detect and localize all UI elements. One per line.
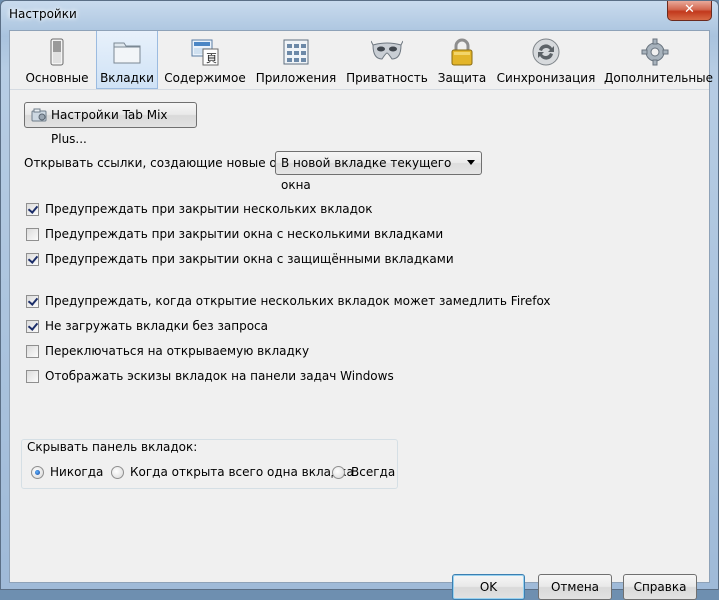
close-button[interactable]: ✕ bbox=[667, 1, 712, 21]
pane-label: Приложения bbox=[255, 71, 337, 85]
checkbox-label: Предупреждать при закрытии окна с защищё… bbox=[45, 252, 454, 266]
pane-tab-content[interactable]: 頁 Содержимое bbox=[160, 31, 250, 89]
open-links-value: В новой вкладке текущего окна bbox=[281, 156, 452, 192]
checkbox-label: Предупреждать при закрытии нескольких вк… bbox=[45, 202, 373, 216]
tabmix-settings-button[interactable]: Настройки Tab Mix Plus... bbox=[24, 102, 197, 146]
settings-window: Настройки ✕ Основные Вкладки 頁 Содержимо… bbox=[0, 0, 719, 600]
pane-tab-advanced[interactable]: Дополнительные bbox=[604, 31, 714, 89]
pane-tab-security[interactable]: Защита bbox=[436, 31, 488, 89]
pane-label: Приватность bbox=[346, 71, 428, 85]
pane-label: Содержимое bbox=[164, 71, 246, 85]
open-links-label: Открывать ссылки, создающие новые окна: bbox=[24, 156, 304, 170]
radio-label: Всегда bbox=[351, 465, 396, 479]
open-links-select[interactable]: В новой вкладке текущего окна bbox=[275, 151, 482, 192]
radio-button[interactable] bbox=[31, 466, 44, 479]
general-switch-icon bbox=[50, 38, 64, 66]
title-bar[interactable]: Настройки ✕ bbox=[1, 1, 718, 29]
checkbox[interactable] bbox=[26, 320, 39, 333]
tabs-folder-icon bbox=[113, 42, 141, 64]
checkbox[interactable] bbox=[26, 203, 39, 216]
pane-label: Защита bbox=[437, 71, 487, 85]
pane-tab-sync[interactable]: Синхронизация bbox=[494, 31, 598, 89]
pane-label: Вкладки bbox=[100, 71, 154, 85]
radio-label: Никогда bbox=[50, 465, 104, 479]
window-title: Настройки bbox=[9, 7, 77, 21]
svg-text:頁: 頁 bbox=[206, 52, 217, 65]
tabs-pane: Настройки Tab Mix Plus... Открывать ссыл… bbox=[10, 91, 709, 600]
radio-button[interactable] bbox=[332, 466, 345, 479]
pane-label: Основные bbox=[25, 71, 89, 85]
checkbox[interactable] bbox=[26, 370, 39, 383]
pane-label: Синхронизация bbox=[496, 71, 596, 85]
dialog-client-area: Основные Вкладки 頁 Содержимое Приложения… bbox=[9, 30, 714, 600]
pane-tab-applications[interactable]: Приложения bbox=[254, 31, 338, 89]
pane-tab-general[interactable]: Основные bbox=[20, 31, 94, 89]
privacy-mask-icon bbox=[371, 40, 403, 60]
security-lock-icon bbox=[451, 38, 473, 66]
sync-icon bbox=[532, 38, 560, 66]
checkbox[interactable] bbox=[26, 228, 39, 241]
radio-button[interactable] bbox=[111, 466, 124, 479]
checkbox[interactable] bbox=[26, 253, 39, 266]
applications-icon bbox=[283, 39, 309, 65]
advanced-gear-icon bbox=[641, 38, 669, 66]
checkbox-label: Переключаться на открываемую вкладку bbox=[45, 344, 310, 358]
pane-tab-tabs[interactable]: Вкладки bbox=[96, 31, 158, 89]
checkbox-label: Не загружать вкладки без запроса bbox=[45, 319, 268, 333]
tabmix-icon bbox=[31, 108, 47, 122]
pane-label: Дополнительные bbox=[604, 71, 714, 85]
checkbox[interactable] bbox=[26, 345, 39, 358]
content-icon: 頁 bbox=[191, 39, 219, 66]
checkbox-label: Отображать эскизы вкладок на панели зада… bbox=[45, 369, 394, 383]
help-button[interactable]: Справка bbox=[623, 574, 697, 600]
pane-selector: Основные Вкладки 頁 Содержимое Приложения… bbox=[10, 31, 714, 90]
checkbox[interactable] bbox=[26, 295, 39, 308]
checkbox-label: Предупреждать при закрытии окна с нескол… bbox=[45, 227, 444, 241]
cancel-button[interactable]: Отмена bbox=[538, 574, 612, 600]
dropdown-arrow-icon bbox=[467, 160, 475, 165]
pane-tab-privacy[interactable]: Приватность bbox=[346, 31, 428, 89]
radio-label: Когда открыта всего одна вкладка bbox=[130, 465, 354, 479]
ok-button[interactable]: OK bbox=[452, 574, 525, 600]
hide-tabbar-caption: Скрывать панель вкладок: bbox=[26, 440, 199, 454]
checkbox-label: Предупреждать, когда открытие нескольких… bbox=[45, 294, 551, 308]
tabmix-settings-label: Настройки Tab Mix Plus... bbox=[51, 108, 168, 146]
